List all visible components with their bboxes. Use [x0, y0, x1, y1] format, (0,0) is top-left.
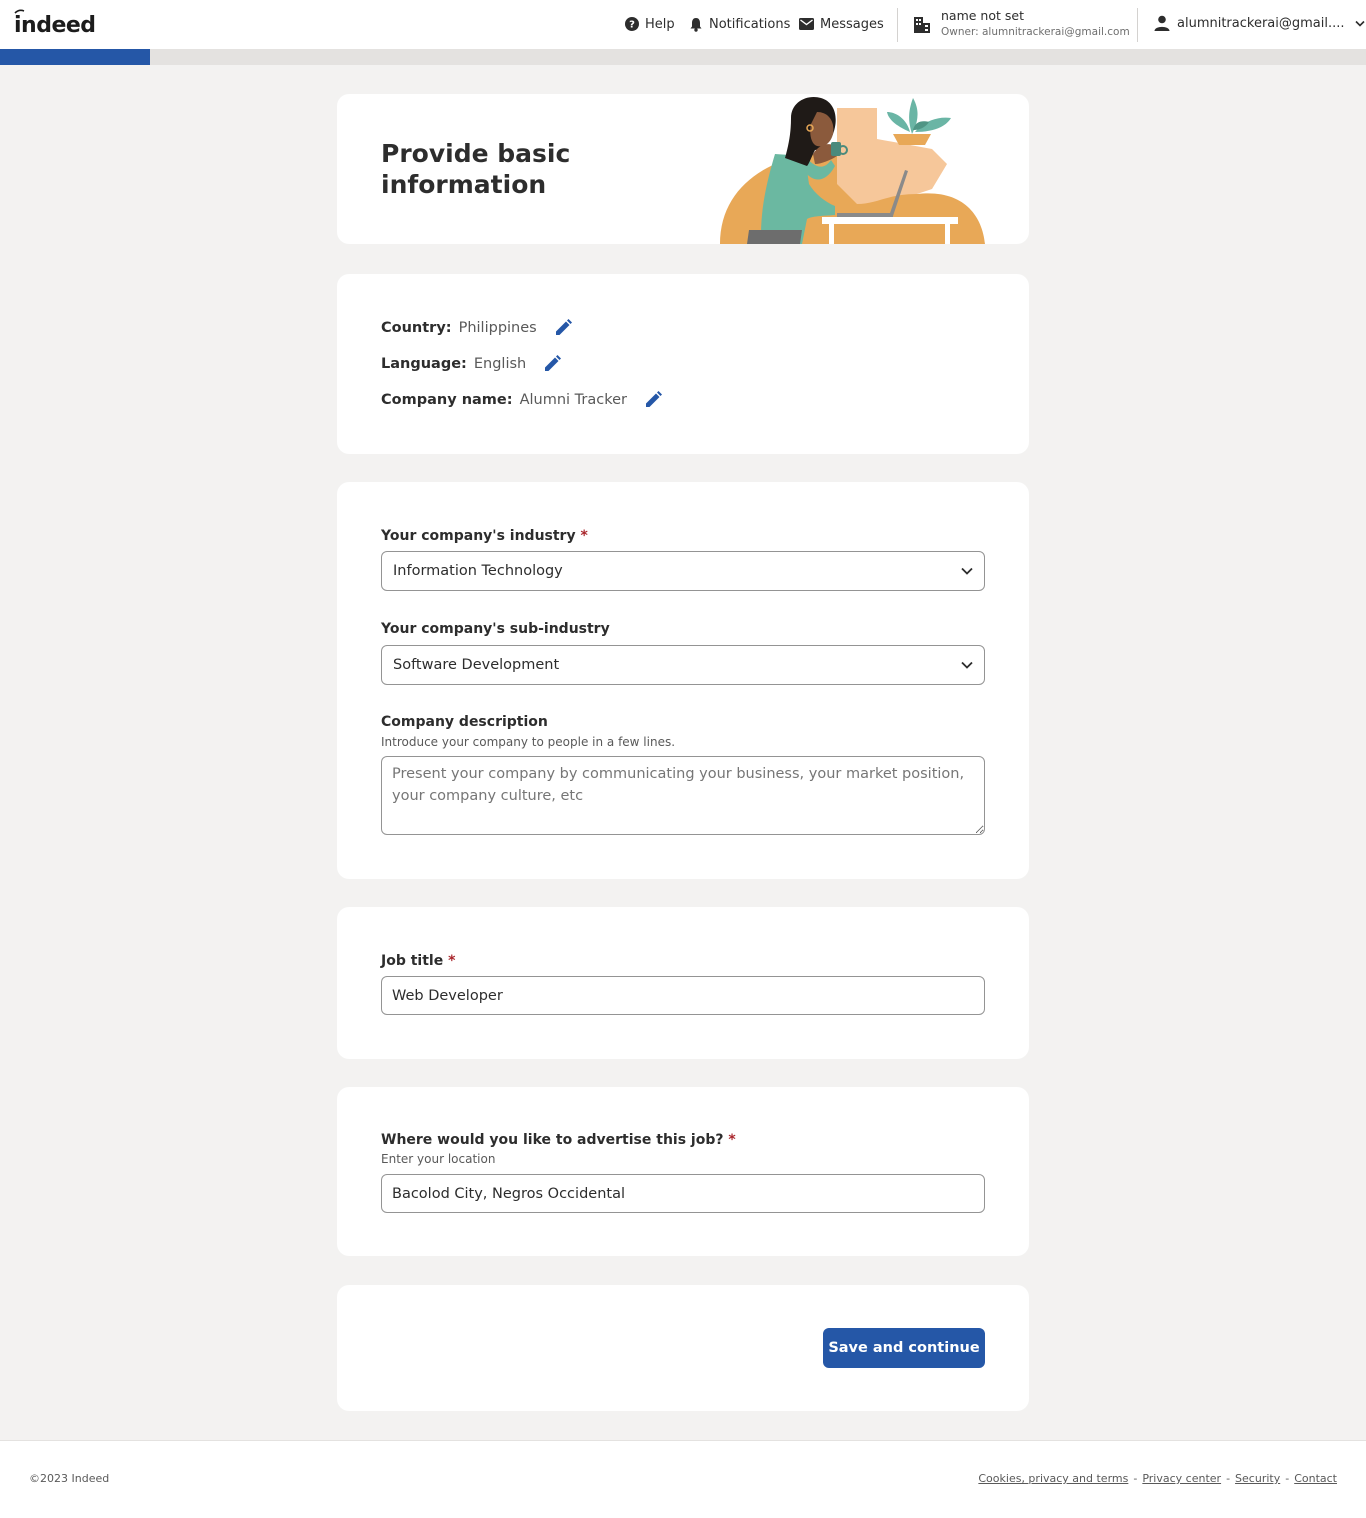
- language-value: English: [473, 356, 527, 372]
- help-icon: ?: [625, 17, 639, 31]
- location-label: Where would you like to advertise this j…: [381, 1132, 736, 1148]
- edit-company-name-pencil-icon[interactable]: [643, 390, 663, 410]
- user-icon: [1154, 15, 1170, 31]
- country-label: Country:: [381, 320, 452, 336]
- svg-text:indeed: indeed: [14, 13, 96, 38]
- company-name-value: Alumni Tracker: [519, 392, 627, 408]
- progress-fill: [0, 49, 151, 65]
- location-help: Enter your location: [381, 1152, 496, 1166]
- company-name-label: Company name:: [381, 392, 513, 408]
- description-help: Introduce your company to people in a fe…: [381, 735, 676, 749]
- help-label: Help: [645, 16, 675, 32]
- notifications-label: Notifications: [709, 16, 791, 32]
- messages-label: Messages: [820, 16, 884, 32]
- language-label: Language:: [381, 356, 467, 372]
- company-name: name not set: [941, 8, 1024, 23]
- industry-selected-value: Information Technology: [393, 563, 563, 579]
- messages-link[interactable]: Messages: [799, 15, 884, 33]
- location-input[interactable]: [381, 1174, 985, 1213]
- svg-text:?: ?: [629, 20, 635, 31]
- edit-country-pencil-icon[interactable]: [553, 318, 573, 338]
- edit-language-pencil-icon[interactable]: [542, 354, 562, 374]
- required-marker: *: [448, 953, 456, 969]
- company-switcher[interactable]: name not set Owner: alumnitrackerai@gmai…: [913, 7, 1130, 41]
- job-title-card: Job title *: [337, 907, 1029, 1059]
- required-marker: *: [580, 528, 588, 544]
- footer-link-security[interactable]: Security: [1235, 1472, 1280, 1485]
- notifications-link[interactable]: Notifications: [689, 15, 790, 33]
- header-divider: [897, 8, 898, 42]
- building-icon: [914, 17, 930, 33]
- footer-link-cookies[interactable]: Cookies, privacy and terms: [978, 1472, 1128, 1485]
- footer: ©2023 Indeed Cookies, privacy and terms …: [0, 1440, 1366, 1518]
- required-marker: *: [728, 1132, 736, 1148]
- account-menu[interactable]: alumnitrackerai@gmail....: [1154, 15, 1365, 31]
- location-card: Where would you like to advertise this j…: [337, 1087, 1029, 1256]
- industry-label: Your company's industry *: [381, 528, 588, 544]
- job-title-input[interactable]: [381, 976, 985, 1015]
- industry-select[interactable]: Information Technology: [381, 551, 985, 591]
- hero-card: Provide basic information: [337, 94, 1029, 244]
- job-title-label: Job title *: [381, 953, 456, 969]
- footer-link-privacy-center[interactable]: Privacy center: [1142, 1472, 1221, 1485]
- woman-with-laptop-illustration: [720, 96, 985, 244]
- help-link[interactable]: ? Help: [625, 15, 675, 33]
- account-email: alumnitrackerai@gmail....: [1177, 15, 1345, 31]
- footer-links: Cookies, privacy and terms - Privacy cen…: [978, 1472, 1337, 1485]
- footer-separator: -: [1226, 1472, 1231, 1485]
- header-divider-2: [1137, 8, 1138, 42]
- chevron-down-icon: [961, 661, 973, 669]
- top-header: indeed ? Help Notifications Messages nam…: [0, 0, 1366, 49]
- country-row: Country: Philippines: [381, 318, 573, 338]
- sub-industry-selected-value: Software Development: [393, 657, 560, 673]
- company-details-card: Your company's industry * Information Te…: [337, 482, 1029, 879]
- company-name-row: Company name: Alumni Tracker: [381, 390, 663, 410]
- basic-info-card: Country: Philippines Language: English C…: [337, 274, 1029, 454]
- footer-link-contact[interactable]: Contact: [1294, 1472, 1337, 1485]
- progress-bar: [0, 49, 1366, 65]
- save-and-continue-button[interactable]: Save and continue: [823, 1328, 985, 1368]
- envelope-icon: [799, 18, 814, 30]
- sub-industry-select[interactable]: Software Development: [381, 645, 985, 685]
- footer-separator: -: [1285, 1472, 1290, 1485]
- footer-separator: -: [1133, 1472, 1138, 1485]
- sub-industry-label: Your company's sub-industry: [381, 621, 610, 637]
- actions-card: Save and continue: [337, 1285, 1029, 1411]
- company-owner: Owner: alumnitrackerai@gmail.com: [941, 26, 1130, 38]
- company-description-textarea[interactable]: [381, 756, 985, 835]
- copyright: ©2023 Indeed: [29, 1472, 110, 1485]
- country-value: Philippines: [458, 320, 537, 336]
- chevron-down-icon: [961, 567, 973, 575]
- page-title: Provide basic information: [381, 139, 571, 199]
- indeed-logo[interactable]: indeed: [14, 9, 96, 39]
- bell-icon: [690, 17, 702, 32]
- language-row: Language: English: [381, 354, 562, 374]
- description-label: Company description: [381, 714, 548, 730]
- chevron-down-icon: [1354, 20, 1365, 27]
